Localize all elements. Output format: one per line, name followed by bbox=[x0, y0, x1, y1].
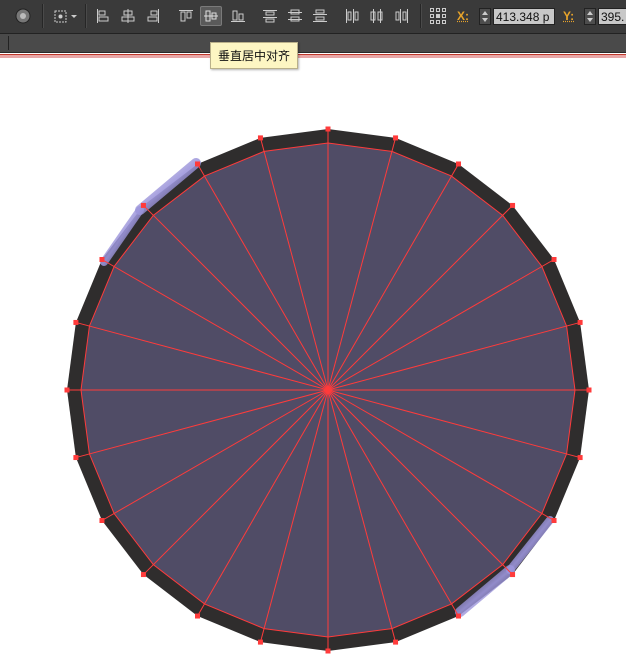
anchor-point bbox=[195, 161, 200, 167]
anchor-point bbox=[393, 135, 399, 141]
anchor-point bbox=[551, 257, 557, 262]
anchor-point bbox=[73, 455, 79, 461]
align-vertical-center-tooltip: 垂直居中对齐 bbox=[210, 42, 299, 69]
anchor-point bbox=[456, 161, 461, 167]
artwork-canvas bbox=[64, 126, 592, 654]
anchor-point bbox=[99, 518, 105, 523]
anchor-point bbox=[64, 387, 70, 393]
anchor-point bbox=[577, 455, 583, 461]
anchor-point bbox=[456, 613, 461, 619]
anchor-point bbox=[510, 572, 516, 578]
polygon-shape[interactable] bbox=[64, 126, 592, 654]
anchor-point bbox=[257, 135, 263, 141]
anchor-point bbox=[586, 387, 592, 393]
anchor-point bbox=[140, 572, 146, 578]
anchor-point bbox=[393, 639, 399, 645]
anchor-point bbox=[99, 257, 105, 262]
anchor-point bbox=[195, 613, 200, 619]
anchor-point bbox=[551, 518, 557, 523]
anchor-point bbox=[510, 202, 516, 208]
anchor-point bbox=[577, 319, 583, 325]
anchor-point bbox=[140, 202, 146, 208]
anchor-point bbox=[325, 126, 331, 132]
anchor-point bbox=[73, 319, 79, 325]
anchor-point bbox=[325, 648, 331, 654]
anchor-point bbox=[257, 639, 263, 645]
center-point bbox=[325, 387, 331, 393]
